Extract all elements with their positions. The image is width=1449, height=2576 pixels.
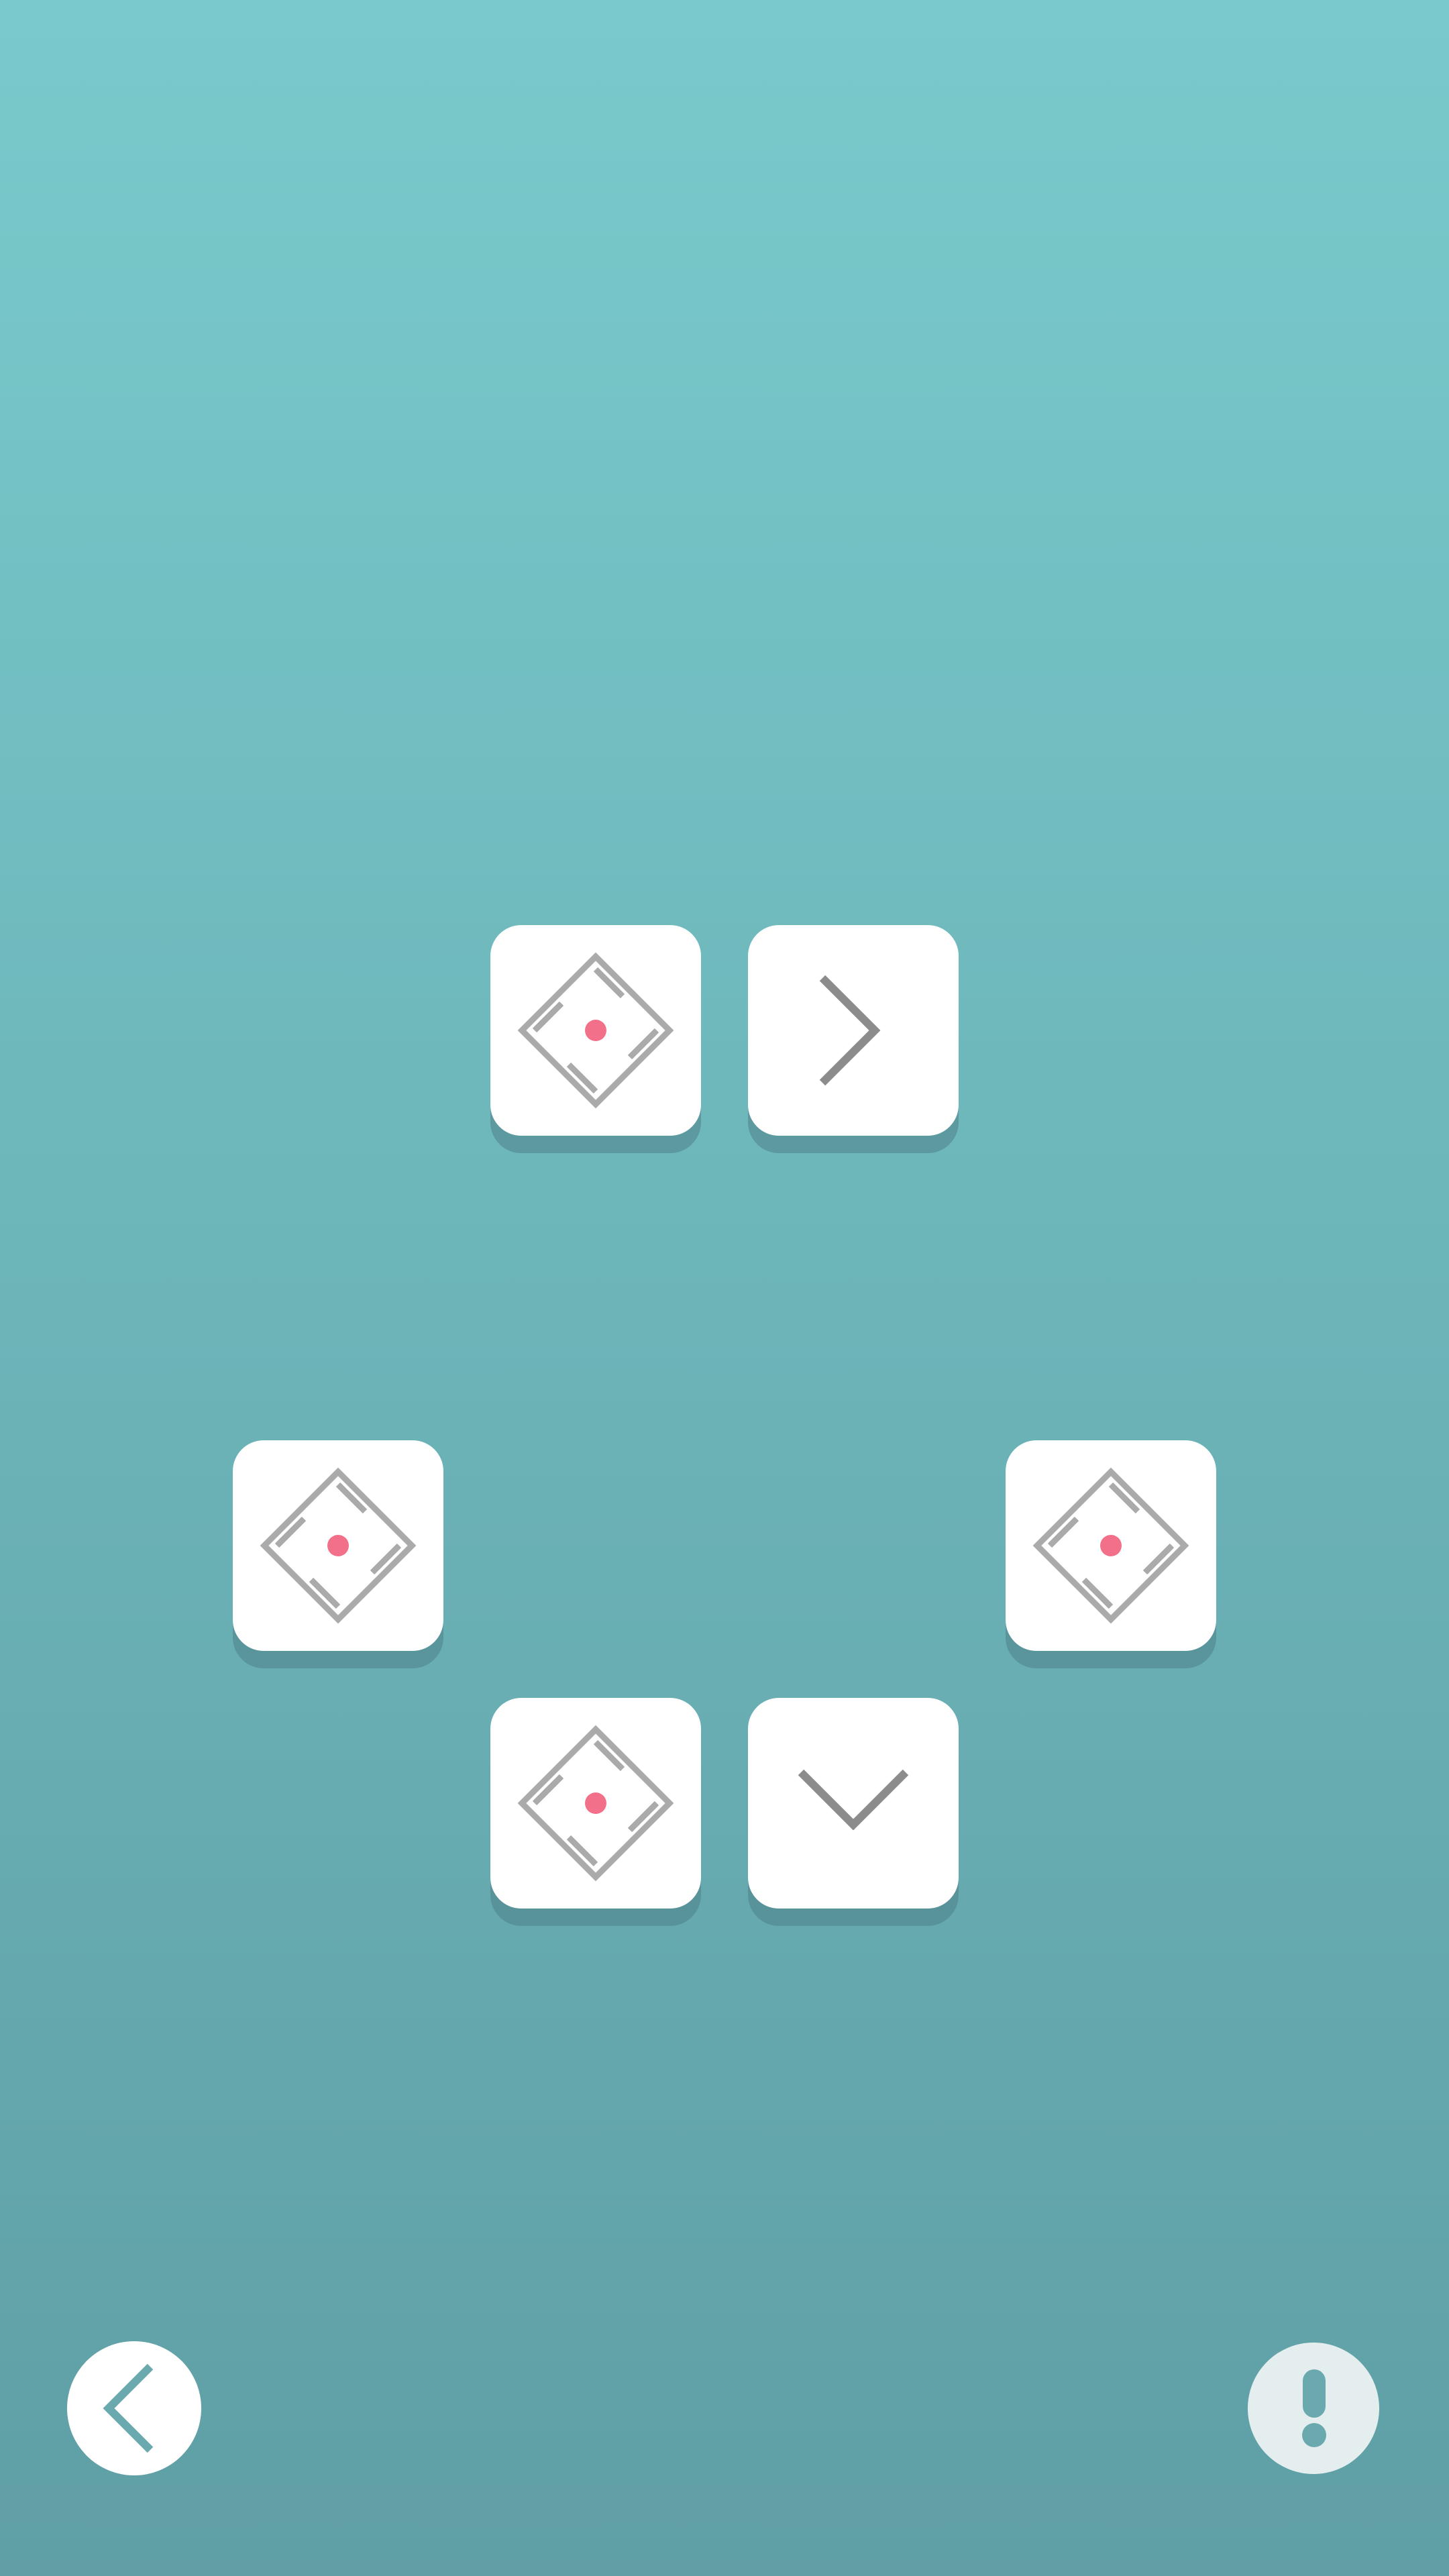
- chevron-left-icon: [103, 2363, 154, 2453]
- arrow-down-tile[interactable]: [748, 1698, 959, 1909]
- target-wheel-tile[interactable]: [490, 1698, 701, 1909]
- chevron-down-icon: [798, 1769, 909, 1831]
- back-button[interactable]: [67, 2341, 201, 2475]
- target-wheel-tile[interactable]: [233, 1440, 443, 1651]
- target-dot: [327, 1535, 349, 1556]
- game-screen: [0, 0, 1449, 2576]
- target-wheel-icon: [260, 1467, 417, 1624]
- target-dot: [585, 1792, 606, 1814]
- chevron-right-icon: [819, 975, 881, 1086]
- target-wheel-icon: [1032, 1467, 1189, 1624]
- target-dot: [585, 1020, 606, 1041]
- hint-button[interactable]: [1248, 2343, 1379, 2474]
- target-wheel-icon: [517, 1725, 674, 1882]
- target-wheel-tile[interactable]: [1006, 1440, 1216, 1651]
- target-dot: [1100, 1535, 1122, 1556]
- target-wheel-icon: [517, 952, 674, 1109]
- target-wheel-tile[interactable]: [490, 925, 701, 1136]
- exclamation-icon: [1302, 2369, 1326, 2447]
- arrow-right-tile[interactable]: [748, 925, 959, 1136]
